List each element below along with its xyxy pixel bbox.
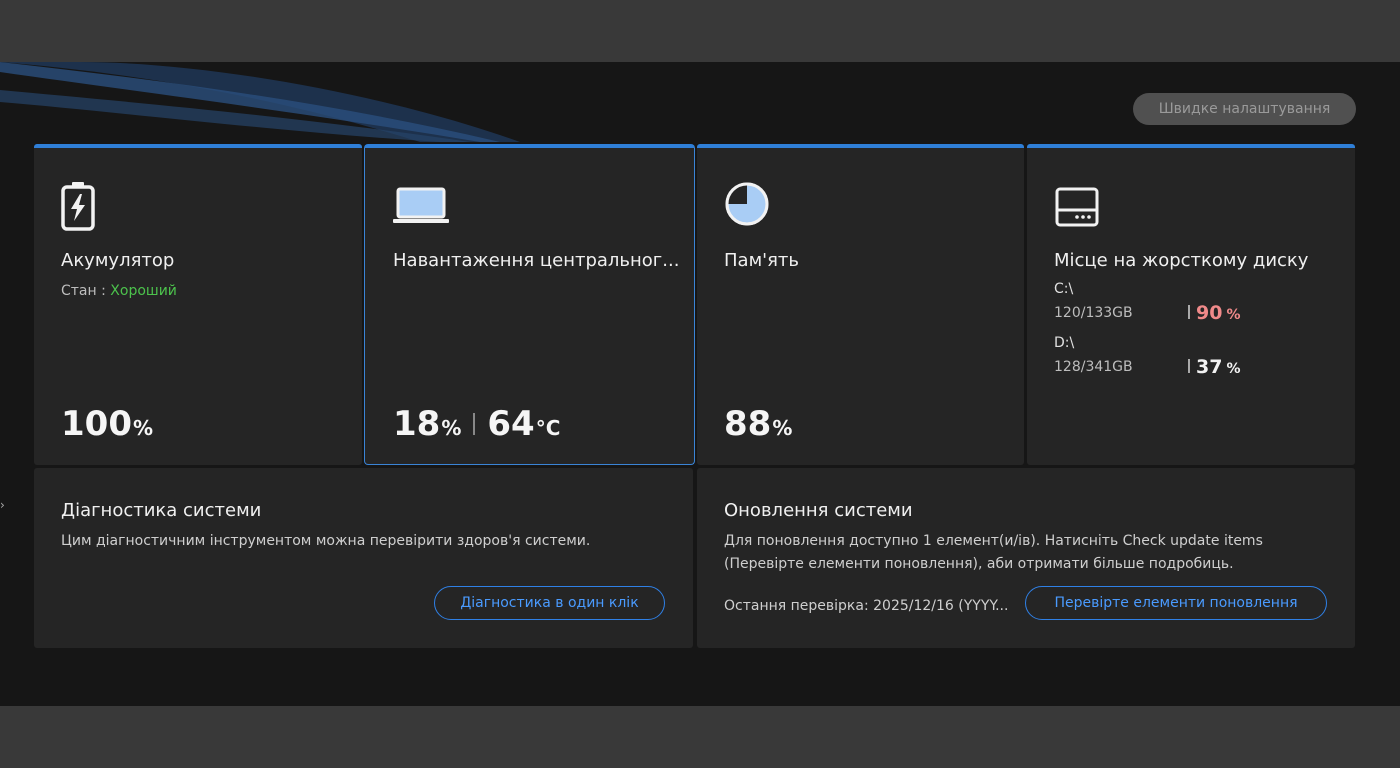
disk-card[interactable]: Місце на жорсткому диску C:\ 120/133GB 9…	[1027, 144, 1355, 465]
memory-unit: %	[772, 416, 793, 440]
percent-divider	[1188, 359, 1190, 373]
battery-charging-icon	[60, 180, 96, 236]
battery-status-value: Хороший	[110, 283, 177, 299]
battery-percent: 100	[61, 404, 132, 444]
update-description-line-2: (Перевірте елементи поновлення), аби отр…	[724, 556, 1234, 572]
memory-card[interactable]: Пам'ять 88%	[697, 144, 1024, 465]
value-separator	[473, 413, 476, 435]
drive-c-size: 120/133GB	[1054, 305, 1133, 321]
pie-chart-icon	[723, 180, 771, 232]
drive-c-percent: 90%	[1188, 302, 1240, 324]
hard-drive-icon	[1054, 186, 1100, 232]
battery-card[interactable]: Акумулятор Стан : Хороший 100%	[34, 144, 362, 465]
dashboard-window: Швидке налаштування Акумулятор Стан : Хо…	[0, 62, 1400, 706]
battery-unit: %	[132, 416, 154, 440]
drive-d-percent-unit: %	[1226, 361, 1241, 377]
last-check-date: Остання перевірка: 2025/12/16 (YYYY...	[724, 598, 1009, 614]
quick-settings-button[interactable]: Швидке налаштування	[1133, 93, 1356, 125]
check-update-items-button[interactable]: Перевірте елементи поновлення	[1025, 586, 1327, 620]
disk-title: Місце на жорсткому диску	[1054, 250, 1309, 271]
battery-value: 100%	[61, 404, 153, 444]
cpu-load-unit: %	[441, 416, 462, 440]
update-description: Для поновлення доступно 1 елемент(и/ів).…	[724, 530, 1263, 576]
battery-status: Стан : Хороший	[61, 283, 177, 299]
drive-d-size: 128/341GB	[1054, 359, 1133, 375]
one-click-diagnostics-button[interactable]: Діагностика в один клік	[434, 586, 665, 620]
cpu-temp-unit: °C	[535, 416, 561, 440]
cpu-card[interactable]: Навантаження центральног... 18% 64 °C	[364, 144, 695, 465]
laptop-icon	[392, 186, 450, 230]
cpu-title: Навантаження центральног...	[393, 250, 680, 271]
memory-title: Пам'ять	[724, 250, 800, 271]
memory-value: 88%	[724, 404, 792, 444]
diagnostics-card: Діагностика системи Цим діагностичним ін…	[34, 468, 693, 648]
battery-title: Акумулятор	[61, 250, 175, 271]
diagnostics-description: Цим діагностичним інструментом можна пер…	[61, 533, 591, 549]
update-description-line-1: Для поновлення доступно 1 елемент(и/ів).…	[724, 533, 1263, 549]
update-title: Оновлення системи	[724, 500, 913, 521]
drive-c-label: C:\	[1054, 281, 1074, 297]
cpu-load: 18	[393, 404, 441, 444]
chevron-right-icon[interactable]: ›	[0, 498, 5, 512]
update-card: Оновлення системи Для поновлення доступн…	[697, 468, 1355, 648]
drive-d-percent: 37%	[1188, 356, 1240, 378]
drive-c-percent-value: 90	[1196, 302, 1223, 324]
drive-c-percent-unit: %	[1226, 307, 1241, 323]
drive-d-percent-value: 37	[1196, 356, 1223, 378]
cpu-value: 18% 64 °C	[393, 404, 560, 444]
drive-d-label: D:\	[1054, 335, 1075, 351]
battery-status-label: Стан :	[61, 283, 111, 299]
diagnostics-title: Діагностика системи	[61, 500, 262, 521]
memory-percent: 88	[724, 404, 772, 444]
cpu-temperature: 64	[487, 404, 535, 444]
percent-divider	[1188, 305, 1190, 319]
